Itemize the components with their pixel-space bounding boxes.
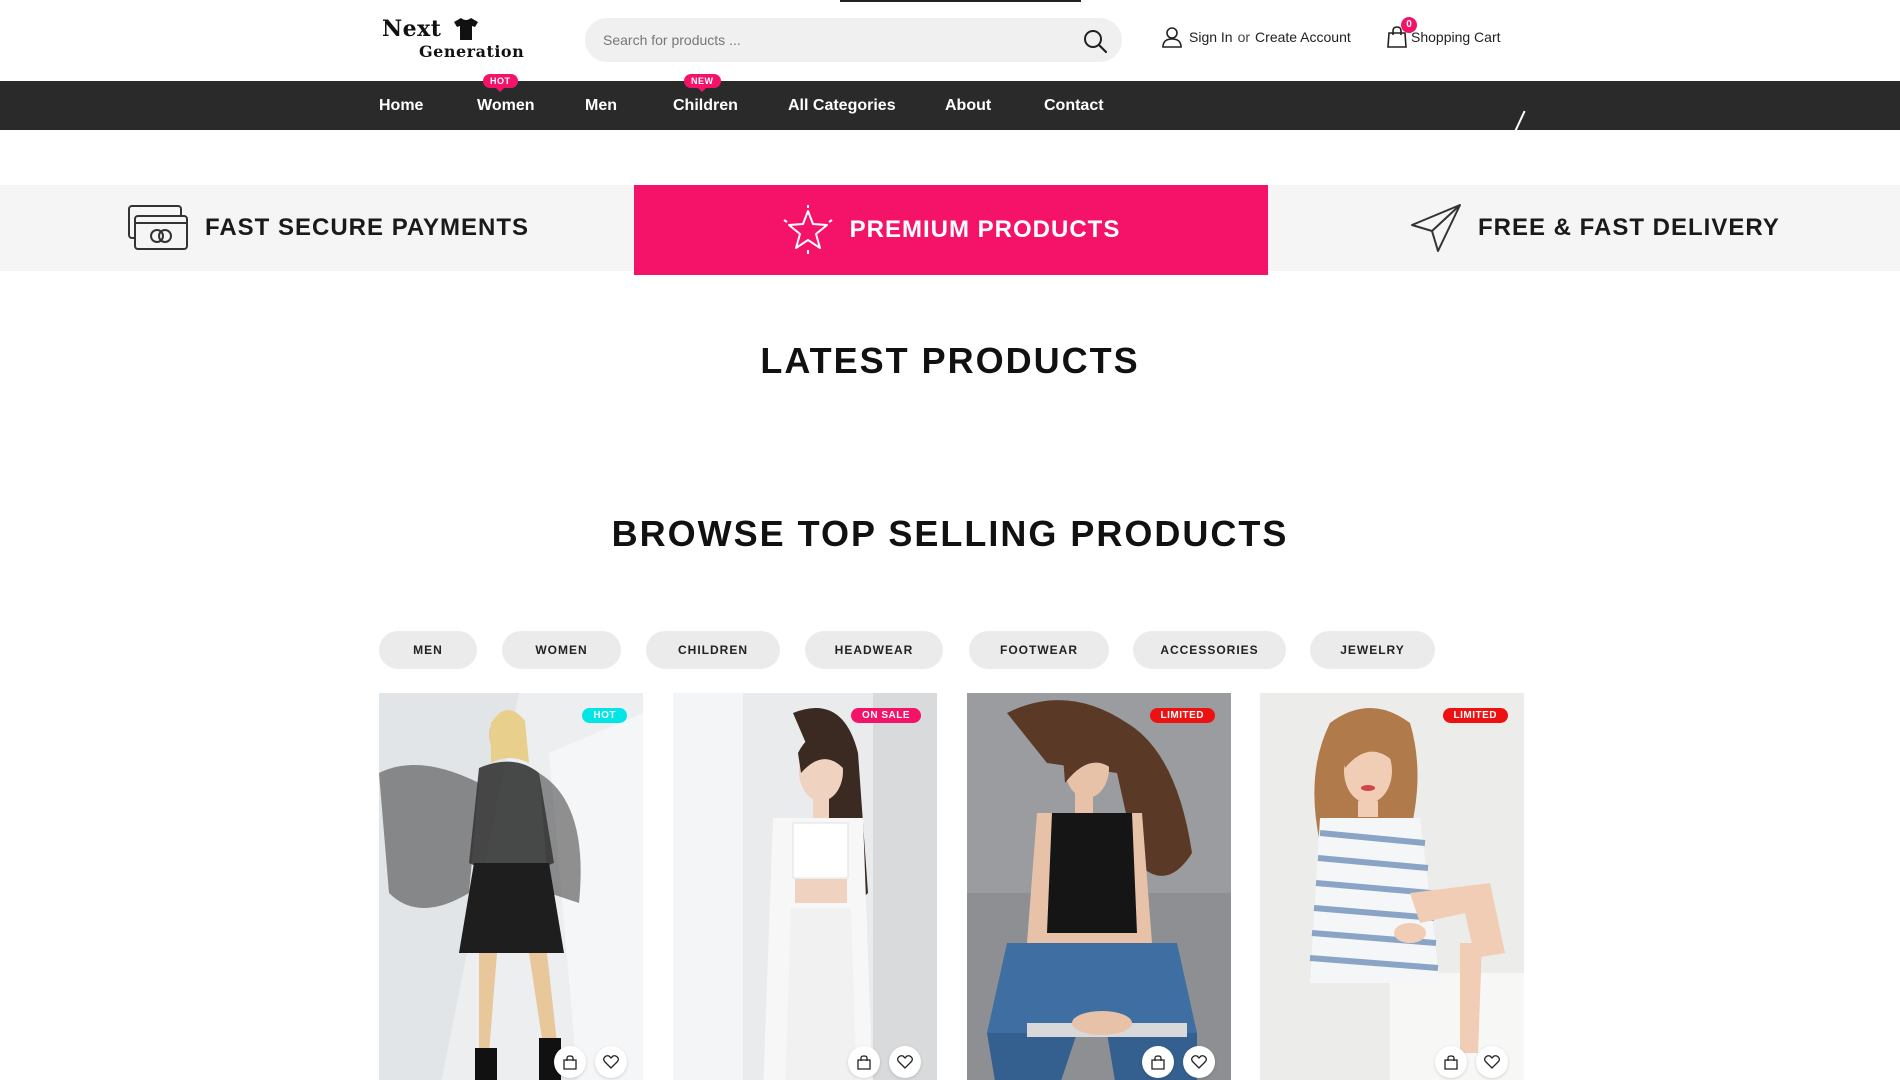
site-header: Next Generation Sign In or Create Accoun… (0, 0, 1900, 81)
heart-icon (1484, 1055, 1500, 1069)
latest-products-heading: LATEST PRODUCTS (760, 340, 1140, 381)
search-icon[interactable] (1082, 28, 1108, 54)
nav-item-contact[interactable]: Contact (1044, 81, 1104, 130)
product-card[interactable]: HOT (379, 693, 643, 1080)
wishlist-button[interactable] (889, 1046, 921, 1078)
nav-item-children[interactable]: NEW Children (673, 74, 738, 130)
product-card[interactable]: ON SALE (673, 693, 937, 1080)
tshirt-icon (454, 18, 478, 40)
brand-logo[interactable]: Next Generation (380, 14, 545, 66)
heart-icon (603, 1055, 619, 1069)
wishlist-button[interactable] (1476, 1046, 1508, 1078)
top-selling-heading: BROWSE TOP SELLING PRODUCTS (611, 513, 1289, 554)
create-account-link[interactable]: Create Account (1255, 29, 1351, 45)
user-icon (1162, 27, 1182, 48)
heart-icon (1191, 1055, 1207, 1069)
product-tag-limited: LIMITED (1149, 708, 1215, 723)
or-text: or (1237, 29, 1251, 45)
shopping-bag-icon (857, 1054, 871, 1070)
account-links: Sign In or Create Account (1161, 24, 1351, 50)
hot-badge: HOT (483, 74, 518, 92)
wishlist-button[interactable] (1183, 1046, 1215, 1078)
nav-item-men[interactable]: Men (585, 81, 617, 130)
nav-label: About (945, 97, 992, 114)
shopping-bag-icon (1444, 1054, 1458, 1070)
filter-women[interactable]: WOMEN (502, 631, 621, 669)
main-nav: Home HOT Women Men NEW Children All Cate… (0, 74, 1900, 130)
features-strip: FAST SECURE PAYMENTS PREMIUM PRODUCTS FR… (0, 185, 1900, 275)
star-icon (783, 205, 833, 254)
add-to-cart-button[interactable] (1142, 1046, 1174, 1078)
nav-item-all-categories[interactable]: All Categories (788, 81, 896, 130)
feature-label: FAST SECURE PAYMENTS (205, 214, 530, 241)
filter-children[interactable]: CHILDREN (646, 631, 780, 669)
brand-line-2: Generation (419, 42, 525, 61)
brand-line-1: Next (382, 16, 442, 42)
add-to-cart-button[interactable] (848, 1046, 880, 1078)
feature-secure-payments: FAST SECURE PAYMENTS (127, 185, 529, 271)
search-input[interactable] (603, 18, 1073, 62)
feature-label: PREMIUM PRODUCTS (849, 216, 1121, 243)
nav-label: Men (585, 97, 617, 114)
nav-item-women[interactable]: HOT Women (477, 74, 535, 130)
filter-men[interactable]: MEN (379, 631, 477, 669)
feature-label: FREE & FAST DELIVERY (1478, 214, 1780, 241)
nav-label: Contact (1044, 97, 1104, 114)
cart-label: Shopping Cart (1411, 29, 1501, 45)
nav-item-home[interactable]: Home (379, 81, 423, 130)
new-badge: NEW (684, 74, 721, 92)
cart-icon-wrap: 0 (1386, 17, 1417, 49)
product-photo[interactable] (379, 693, 643, 1080)
top-accent-line (840, 0, 1081, 2)
nav-label: Home (379, 97, 424, 114)
add-to-cart-button[interactable] (554, 1046, 586, 1078)
product-tag-on-sale: ON SALE (851, 708, 921, 723)
filter-footwear[interactable]: FOOTWEAR (969, 631, 1109, 669)
payment-card-icon (128, 205, 188, 250)
shopping-cart[interactable]: 0 Shopping Cart (1386, 17, 1501, 52)
product-tag-limited: LIMITED (1442, 708, 1508, 723)
sign-in-link[interactable]: Sign In (1189, 29, 1233, 45)
wishlist-button[interactable] (595, 1046, 627, 1078)
product-tag-hot: HOT (582, 708, 627, 723)
feature-premium-products: PREMIUM PRODUCTS (634, 185, 1268, 275)
paper-plane-icon (1411, 204, 1461, 252)
product-photo[interactable] (673, 693, 937, 1080)
filter-accessories[interactable]: ACCESSORIES (1133, 631, 1286, 669)
nav-item-about[interactable]: About (945, 81, 991, 130)
add-to-cart-button[interactable] (1435, 1046, 1467, 1078)
nav-label: All Categories (788, 97, 896, 114)
product-card[interactable]: LIMITED (1260, 693, 1524, 1080)
filter-headwear[interactable]: HEADWEAR (805, 631, 943, 669)
nav-label: Children (673, 97, 738, 114)
nav-label: Women (477, 97, 535, 114)
shopping-bag-icon (1151, 1054, 1165, 1070)
product-photo[interactable] (1260, 693, 1524, 1080)
cart-count-badge: 0 (1401, 17, 1417, 33)
shopping-bag-icon (563, 1054, 577, 1070)
filter-jewelry[interactable]: JEWELRY (1310, 631, 1435, 669)
product-photo[interactable] (967, 693, 1231, 1080)
product-card[interactable]: LIMITED (967, 693, 1231, 1080)
feature-free-delivery: FREE & FAST DELIVERY (1410, 185, 1780, 271)
heart-icon (897, 1055, 913, 1069)
search-bar (585, 18, 1122, 62)
